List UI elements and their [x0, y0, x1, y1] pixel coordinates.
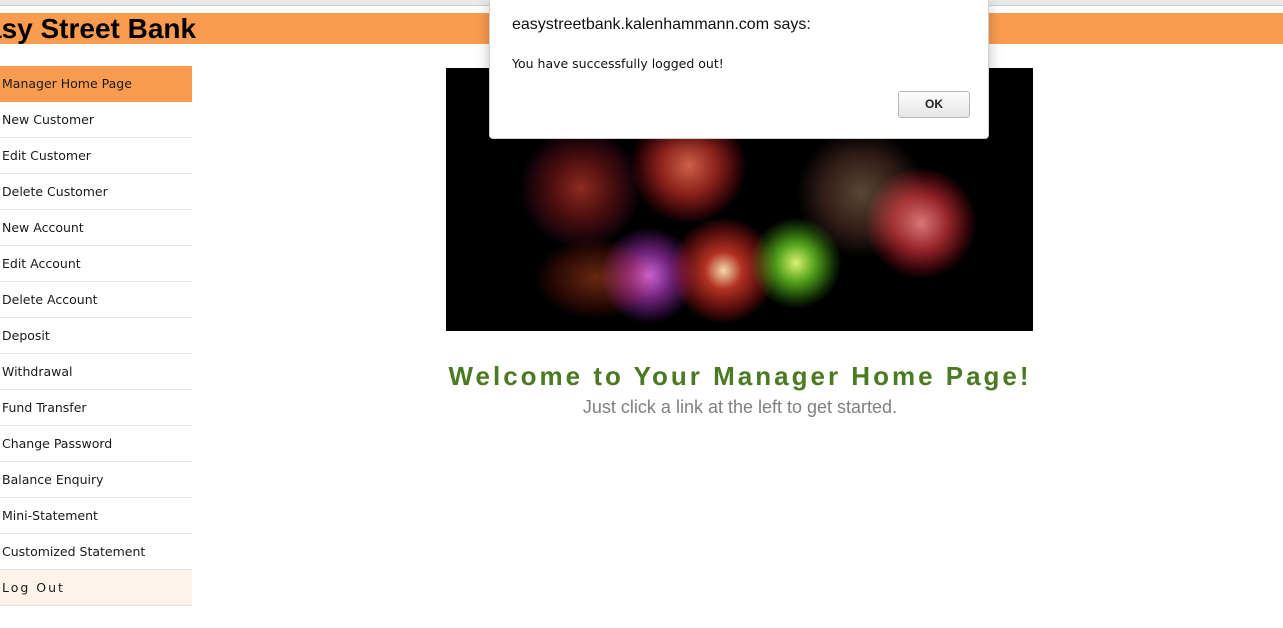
firework-burst — [536, 238, 656, 318]
firework-burst — [796, 128, 926, 258]
sidebar-item-new-account[interactable]: New Account — [0, 210, 192, 246]
dialog-message: You have successfully logged out! — [512, 56, 724, 71]
sidebar-item-fund-transfer[interactable]: Fund Transfer — [0, 390, 192, 426]
sidebar-item-edit-customer[interactable]: Edit Customer — [0, 138, 192, 174]
sidebar-item-delete-customer[interactable]: Delete Customer — [0, 174, 192, 210]
sidebar-nav: Manager Home Page New Customer Edit Cust… — [0, 66, 192, 606]
sidebar-item-edit-account[interactable]: Edit Account — [0, 246, 192, 282]
sidebar-item-delete-account[interactable]: Delete Account — [0, 282, 192, 318]
sidebar-item-manager-home[interactable]: Manager Home Page — [0, 66, 192, 102]
sidebar-item-withdrawal[interactable]: Withdrawal — [0, 354, 192, 390]
sidebar-item-mini-statement[interactable]: Mini-Statement — [0, 498, 192, 534]
sidebar-item-balance-enquiry[interactable]: Balance Enquiry — [0, 462, 192, 498]
alert-dialog: easystreetbank.kalenhammann.com says: Yo… — [489, 0, 989, 139]
firework-burst — [521, 128, 641, 248]
welcome-heading: Welcome to Your Manager Home Page! — [448, 361, 1032, 391]
site-title: asy Street Bank — [0, 13, 197, 44]
dialog-title: easystreetbank.kalenhammann.com says: — [512, 16, 811, 33]
sidebar-item-deposit[interactable]: Deposit — [0, 318, 192, 354]
welcome-subtitle: Just click a link at the left to get sta… — [582, 397, 898, 417]
ok-button[interactable]: OK — [898, 91, 970, 118]
sidebar-item-new-customer[interactable]: New Customer — [0, 102, 192, 138]
sidebar-item-customized-statement[interactable]: Customized Statement — [0, 534, 192, 570]
sidebar-item-log-out[interactable]: Log Out — [0, 570, 192, 606]
sidebar-item-change-password[interactable]: Change Password — [0, 426, 192, 462]
